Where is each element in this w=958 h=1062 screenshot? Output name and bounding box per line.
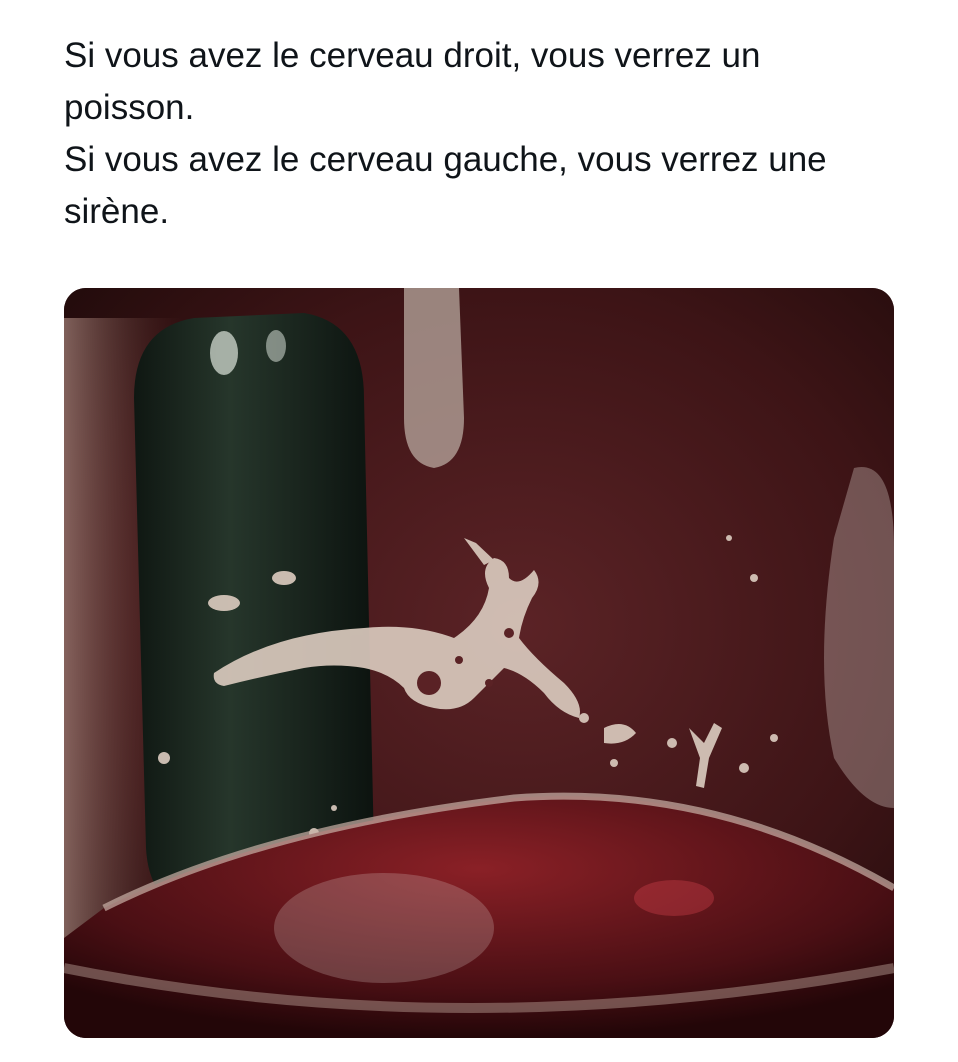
tweet-text-line: poisson. xyxy=(64,88,195,127)
tweet-text-line: Si vous avez le cerveau gauche, vous ver… xyxy=(64,140,827,179)
bottle-highlight xyxy=(266,330,286,362)
tweet-text-line: sirène. xyxy=(64,192,170,231)
light-reflection xyxy=(634,880,714,916)
tweet-post: Si vous avez le cerveau droit, vous verr… xyxy=(0,0,958,1062)
wine-glass-photo xyxy=(64,288,894,1038)
tweet-text-line: Si vous avez le cerveau droit, vous verr… xyxy=(64,36,761,75)
candle-holder xyxy=(404,288,464,468)
tweet-text: Si vous avez le cerveau droit, vous verr… xyxy=(64,30,904,238)
ice-cube xyxy=(274,873,494,983)
tweet-media-photo[interactable] xyxy=(64,288,894,1038)
bottle-highlight xyxy=(210,331,238,375)
